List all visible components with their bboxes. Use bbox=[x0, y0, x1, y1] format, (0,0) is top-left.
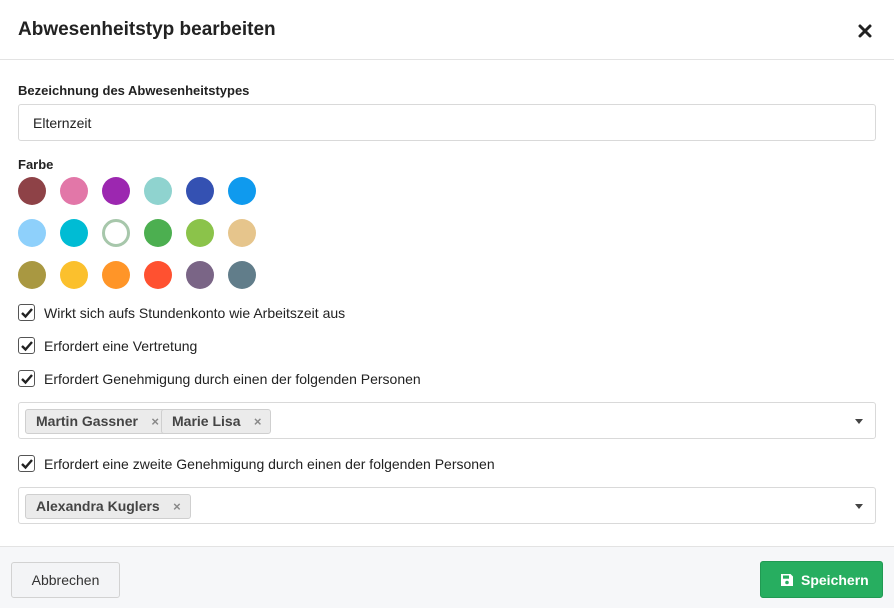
substitute-checkbox[interactable] bbox=[18, 337, 35, 354]
approver-tag-label: Martin Gassner bbox=[36, 413, 138, 429]
color-swatch[interactable] bbox=[144, 177, 172, 205]
floppy-disk-icon bbox=[780, 573, 794, 590]
remove-tag-icon[interactable]: × bbox=[151, 410, 159, 433]
dialog-footer: Abbrechen Speichern bbox=[0, 546, 894, 608]
color-swatch[interactable] bbox=[18, 177, 46, 205]
color-swatch[interactable] bbox=[102, 261, 130, 289]
save-button-label: Speichern bbox=[801, 572, 869, 588]
approver-tag: Marie Lisa × bbox=[161, 409, 272, 434]
color-swatch[interactable] bbox=[228, 177, 256, 205]
work-time-checkbox[interactable] bbox=[18, 304, 35, 321]
close-icon[interactable] bbox=[856, 22, 874, 40]
color-swatch[interactable] bbox=[60, 261, 88, 289]
name-field-label: Bezeichnung des Abwesenheitstypes bbox=[18, 83, 250, 98]
dropdown-arrow-icon[interactable] bbox=[855, 504, 863, 509]
dialog-title: Abwesenheitstyp bearbeiten bbox=[18, 19, 276, 40]
color-swatch[interactable] bbox=[186, 177, 214, 205]
cancel-button[interactable]: Abbrechen bbox=[11, 562, 120, 598]
dropdown-arrow-icon[interactable] bbox=[855, 419, 863, 424]
option-second-approval-checkbox-row[interactable]: Erfordert eine zweite Genehmigung durch … bbox=[18, 455, 498, 473]
color-swatch[interactable] bbox=[102, 219, 130, 247]
color-swatch[interactable] bbox=[228, 219, 256, 247]
color-swatch[interactable] bbox=[102, 177, 130, 205]
approver-tag-label: Marie Lisa bbox=[172, 413, 241, 429]
color-swatch[interactable] bbox=[228, 261, 256, 289]
approver-tag: Martin Gassner × bbox=[25, 409, 169, 434]
save-button[interactable]: Speichern bbox=[760, 561, 883, 598]
work-time-label: Wirkt sich aufs Stundenkonto wie Arbeits… bbox=[44, 305, 346, 321]
edit-absence-type-dialog: Abwesenheitstyp bearbeiten Bezeichnung d… bbox=[0, 0, 894, 608]
approver-tag: Alexandra Kuglers × bbox=[25, 494, 191, 519]
option-approval-checkbox-row[interactable]: Erfordert Genehmigung durch einen der fo… bbox=[18, 370, 428, 388]
second-approval-label: Erfordert eine zweite Genehmigung durch … bbox=[44, 456, 495, 472]
approval-label: Erfordert Genehmigung durch einen der fo… bbox=[44, 371, 421, 387]
color-swatch[interactable] bbox=[60, 219, 88, 247]
approver-tag-label: Alexandra Kuglers bbox=[36, 498, 160, 514]
color-swatch[interactable] bbox=[18, 219, 46, 247]
substitute-label: Erfordert eine Vertretung bbox=[44, 338, 198, 354]
remove-tag-icon[interactable]: × bbox=[173, 495, 181, 518]
remove-tag-icon[interactable]: × bbox=[254, 410, 262, 433]
color-swatch[interactable] bbox=[18, 261, 46, 289]
first-approvers-select[interactable]: Martin Gassner × Marie Lisa × bbox=[18, 402, 876, 439]
color-swatch[interactable] bbox=[144, 219, 172, 247]
second-approvers-select[interactable]: Alexandra Kuglers × bbox=[18, 487, 876, 524]
color-swatch[interactable] bbox=[60, 177, 88, 205]
color-swatch[interactable] bbox=[186, 219, 214, 247]
option-substitute-checkbox-row[interactable]: Erfordert eine Vertretung bbox=[18, 337, 218, 355]
color-label: Farbe bbox=[18, 157, 54, 172]
color-swatch[interactable] bbox=[186, 261, 214, 289]
approval-checkbox[interactable] bbox=[18, 370, 35, 387]
name-input[interactable] bbox=[18, 104, 876, 141]
dialog-header: Abwesenheitstyp bearbeiten bbox=[0, 0, 894, 60]
option-work-time-checkbox-row[interactable]: Wirkt sich aufs Stundenkonto wie Arbeits… bbox=[18, 304, 358, 322]
color-swatch[interactable] bbox=[144, 261, 172, 289]
second-approval-checkbox[interactable] bbox=[18, 455, 35, 472]
